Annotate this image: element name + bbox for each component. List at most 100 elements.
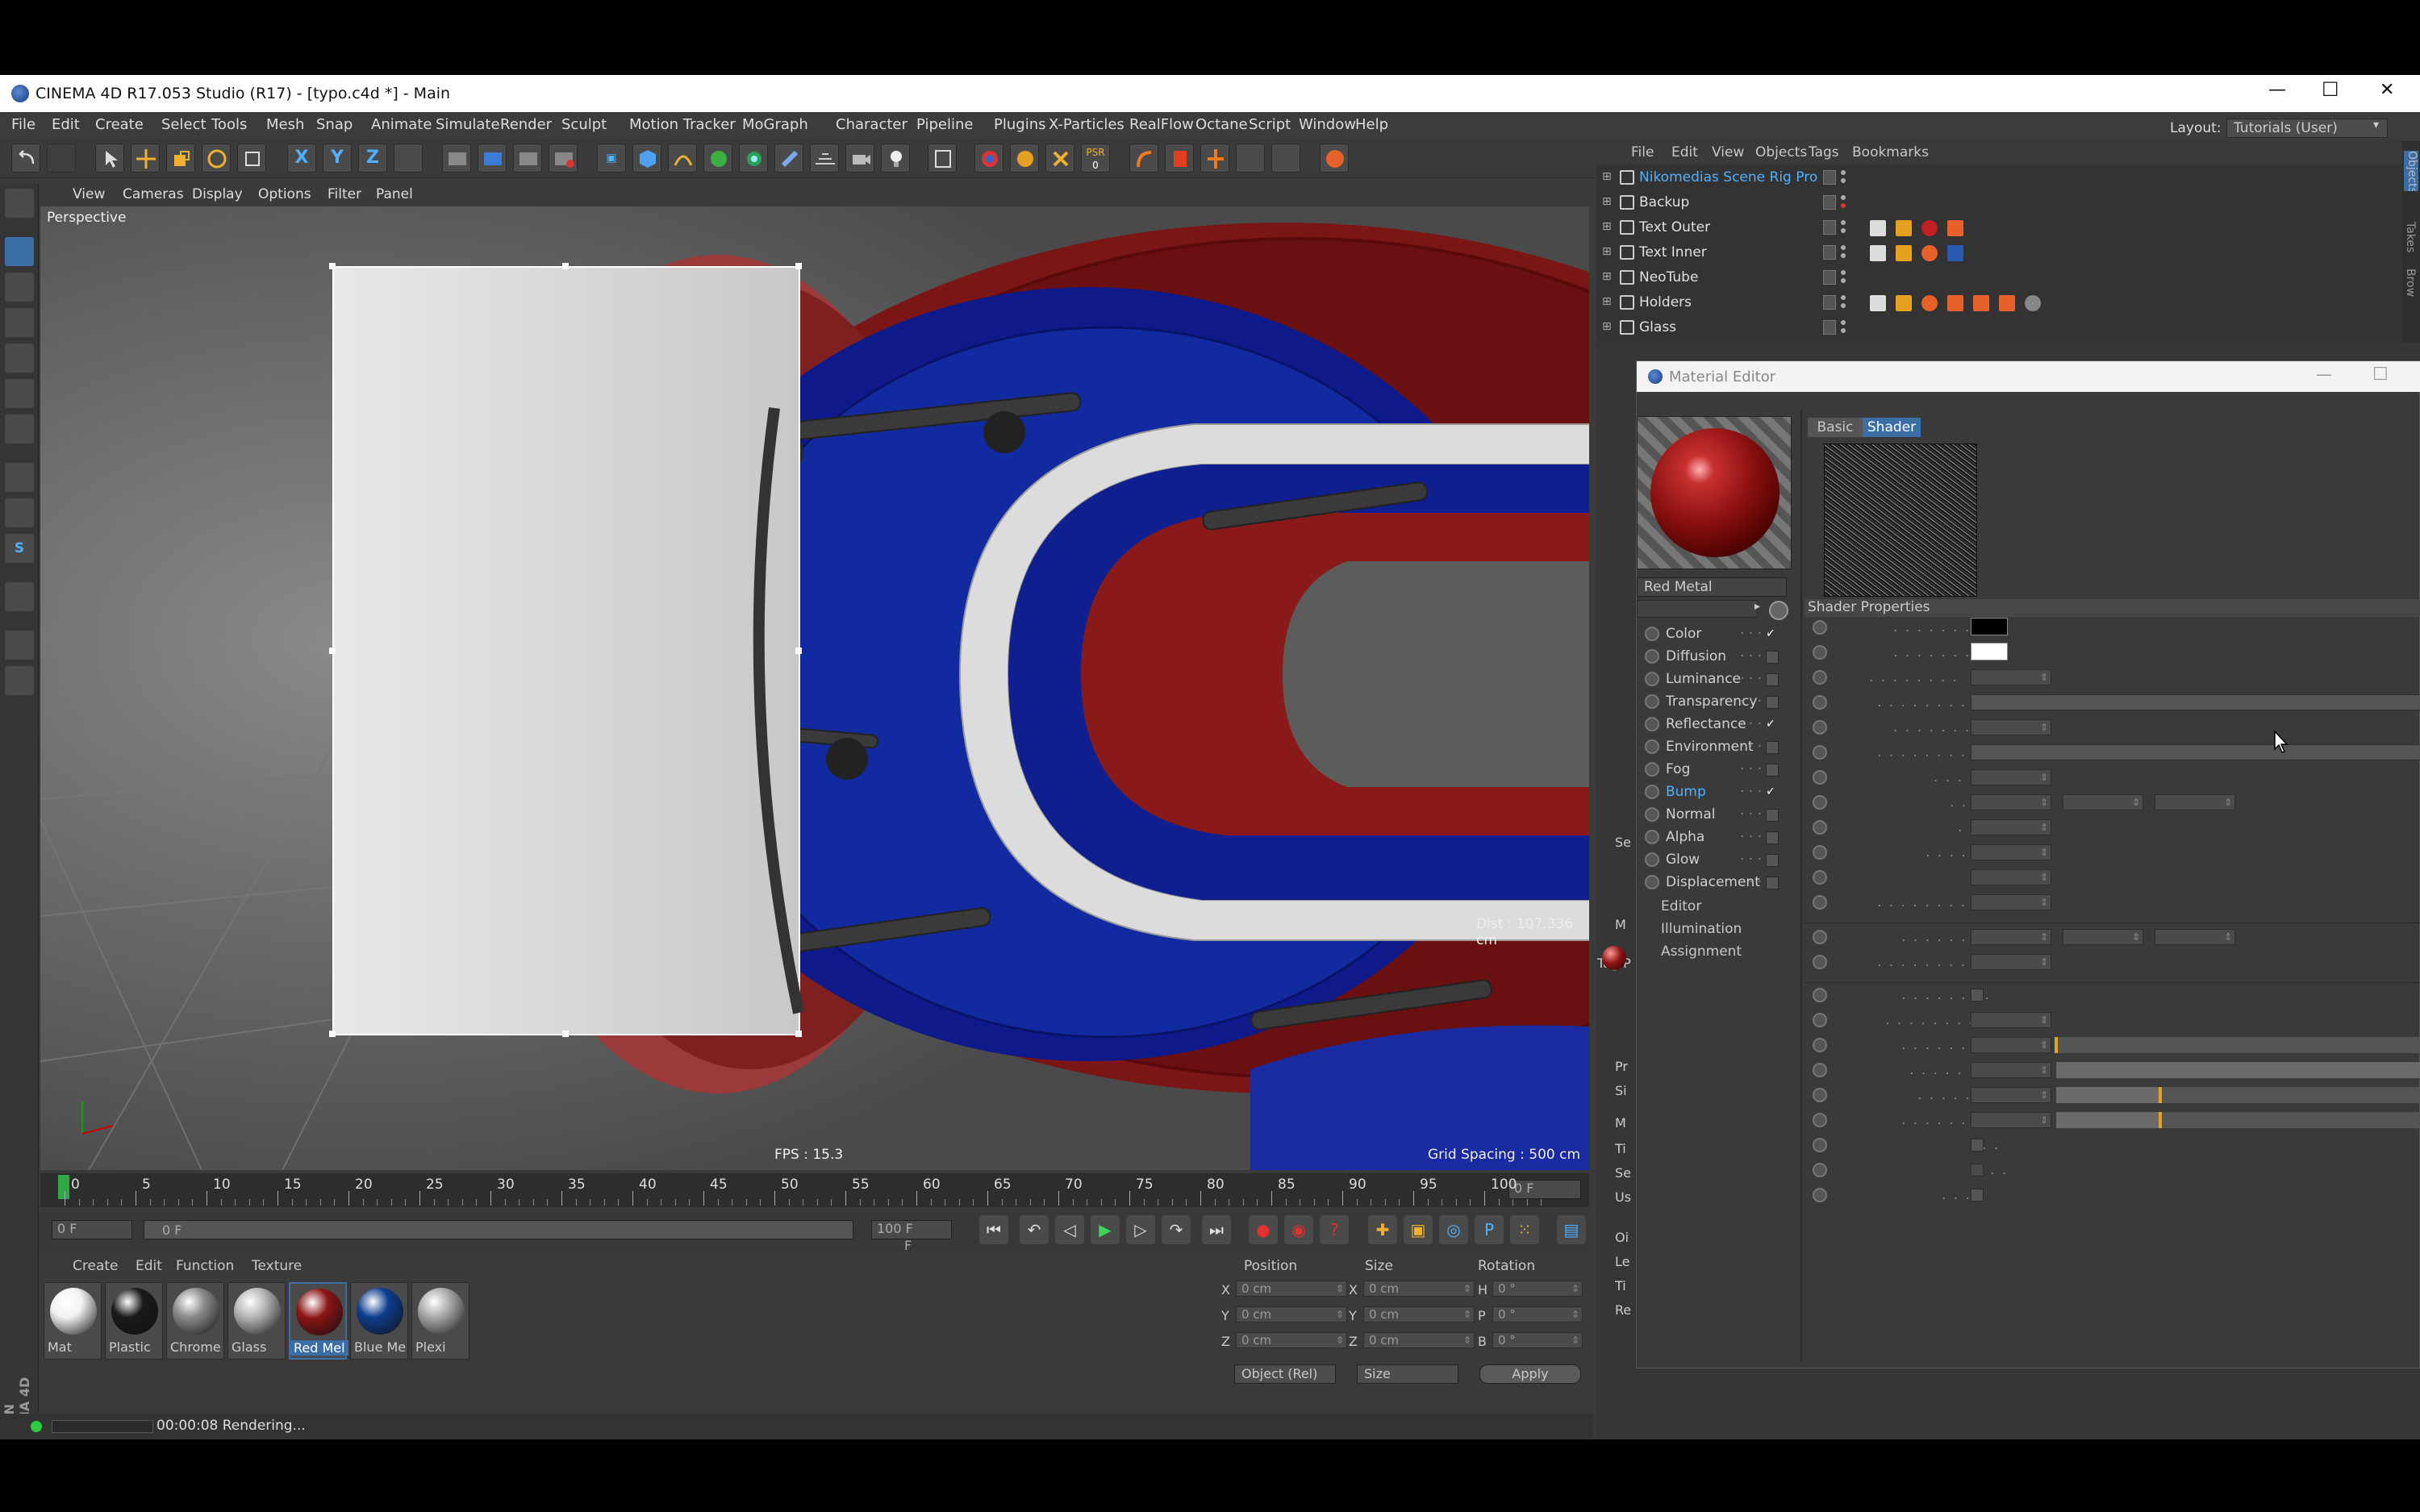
channel-checkbox[interactable] xyxy=(1766,877,1779,889)
psr-toggle[interactable]: PSR 0 xyxy=(1081,144,1110,173)
object-tag-icon[interactable] xyxy=(1921,245,1938,261)
previous-frame-icon[interactable]: ◁ xyxy=(1055,1215,1084,1244)
object-row-glass[interactable]: ⊞ Glass xyxy=(1596,315,2420,339)
material-swatch-red-mel[interactable]: Red Mel xyxy=(289,1282,348,1360)
object-menu-bookmarks[interactable]: Bookmarks xyxy=(1852,144,1929,160)
go-to-end-icon[interactable]: ⏭ xyxy=(1202,1215,1231,1244)
render-dot-icon[interactable] xyxy=(1841,220,1846,225)
prop-radio-icon[interactable] xyxy=(1813,1138,1827,1152)
object-name[interactable]: NeoTube xyxy=(1639,269,1698,285)
relative-scale-field[interactable] xyxy=(1971,794,2051,810)
menu-select[interactable]: Select xyxy=(161,116,207,133)
expand-icon[interactable]: ⊞ xyxy=(1602,220,1612,233)
object-row-neotube[interactable]: ⊞ NeoTube xyxy=(1596,265,2420,289)
viewport-menu-cameras[interactable]: Cameras xyxy=(123,186,184,202)
menu-script[interactable]: Script xyxy=(1249,116,1291,133)
brightness-slider-handle[interactable] xyxy=(2159,1087,2163,1103)
octaves-field[interactable] xyxy=(1971,719,2051,735)
position-track-icon[interactable]: ✚ xyxy=(1368,1215,1397,1244)
color1-swatch[interactable] xyxy=(1971,618,2008,635)
brightness-slider[interactable] xyxy=(2056,1087,2420,1103)
cycles-field[interactable] xyxy=(1971,1012,2051,1028)
menu-realflow[interactable]: RealFlow xyxy=(1129,116,1194,133)
rotation-b-field[interactable]: 0 ° xyxy=(1492,1332,1583,1348)
relative-scale-field[interactable] xyxy=(2155,794,2235,810)
prop-radio-icon[interactable] xyxy=(1813,1088,1827,1102)
rotation-p-field[interactable]: 0 ° xyxy=(1492,1306,1583,1322)
axis-z-toggle[interactable]: Z xyxy=(358,144,387,173)
editor-visibility-icon[interactable] xyxy=(1823,170,1836,185)
object-tag-icon[interactable] xyxy=(1870,295,1886,311)
realflow-icon[interactable] xyxy=(1320,144,1349,173)
render-dot-icon[interactable] xyxy=(1841,195,1846,200)
space-dropdown[interactable] xyxy=(1971,744,2420,760)
prop-radio-icon[interactable] xyxy=(1813,820,1827,835)
object-tag-icon[interactable] xyxy=(1947,220,1963,236)
select-arrow-icon[interactable] xyxy=(95,144,124,173)
menu-mograph[interactable]: MoGraph xyxy=(742,116,808,133)
coordinate-system-icon[interactable] xyxy=(394,144,423,173)
material-name-field[interactable]: Red Metal xyxy=(1637,577,1787,597)
render-dot-icon[interactable] xyxy=(1841,295,1846,300)
perspective-viewport[interactable]: Perspective FPS : 15.3 Dist : 107.336 cm… xyxy=(40,206,1589,1170)
go-to-start-icon[interactable]: ⏮ xyxy=(979,1215,1008,1244)
noise-type-dropdown[interactable] xyxy=(1971,694,2420,710)
hair-icon[interactable] xyxy=(1271,144,1300,173)
editor-visibility-icon[interactable] xyxy=(1823,295,1836,310)
rotate-icon[interactable] xyxy=(202,144,231,173)
contrast-slider[interactable] xyxy=(2056,1112,2420,1128)
absolute-checkbox[interactable] xyxy=(1971,989,1984,1002)
size-y-field[interactable]: 0 cm xyxy=(1363,1306,1475,1322)
channel-checkbox[interactable] xyxy=(1766,764,1779,777)
axis-x-toggle[interactable]: X xyxy=(287,144,316,173)
expand-icon[interactable]: ⊞ xyxy=(1602,170,1612,183)
high-clip-field[interactable] xyxy=(1971,1062,2051,1078)
make-editable-icon[interactable] xyxy=(5,189,34,218)
prop-radio-icon[interactable] xyxy=(1813,955,1827,969)
axis-mode-icon[interactable] xyxy=(5,463,34,492)
parameter-track-icon[interactable]: P xyxy=(1475,1215,1504,1244)
object-name[interactable]: Nikomedias Scene Rig Pro xyxy=(1639,169,1817,185)
object-tag-icon[interactable] xyxy=(1896,295,1912,311)
channel-checkbox[interactable] xyxy=(1766,831,1779,844)
viewport-menu-options[interactable]: Options xyxy=(258,186,311,202)
position-y-field[interactable]: 0 cm xyxy=(1236,1306,1347,1322)
script-manager-icon[interactable] xyxy=(928,144,957,173)
snap-icon[interactable]: S xyxy=(5,534,34,563)
compatibility-checkbox[interactable] xyxy=(1971,1189,1984,1202)
material-swatch-mat[interactable]: Mat xyxy=(44,1282,102,1360)
camera-label[interactable]: Perspective xyxy=(47,210,126,226)
spline-pen-icon[interactable] xyxy=(668,144,697,173)
object-tag-icon[interactable] xyxy=(1973,220,1989,236)
point-level-animation-icon[interactable]: ⁙ xyxy=(1510,1215,1539,1244)
tweak-mode-icon[interactable] xyxy=(5,498,34,527)
relative-scale-field[interactable] xyxy=(2063,794,2143,810)
color2-swatch[interactable] xyxy=(1971,643,2008,660)
channel-search-field[interactable] xyxy=(1637,600,1758,618)
rotation-track-icon[interactable]: ◎ xyxy=(1439,1215,1468,1244)
menu-octane[interactable]: Octane xyxy=(1195,116,1248,133)
expand-icon[interactable]: ⊞ xyxy=(1602,320,1612,333)
prop-radio-icon[interactable] xyxy=(1813,895,1827,910)
viewport-solo-icon[interactable] xyxy=(5,666,34,695)
loop-period-field[interactable] xyxy=(1971,844,2051,860)
size-mode-dropdown[interactable]: Size xyxy=(1357,1364,1458,1384)
object-name[interactable]: Backup xyxy=(1639,194,1689,210)
menu-edit[interactable]: Edit xyxy=(52,116,80,133)
object-tag-icon[interactable] xyxy=(1973,295,1989,311)
chevron-down-icon[interactable]: ▾ xyxy=(2373,119,2379,131)
menu-plugins[interactable]: Plugins xyxy=(994,116,1045,133)
previous-key-icon[interactable]: ↶ xyxy=(1020,1215,1049,1244)
points-mode-icon[interactable] xyxy=(5,344,34,373)
render-dot-icon[interactable] xyxy=(1841,170,1846,175)
prop-radio-icon[interactable] xyxy=(1813,795,1827,810)
object-name[interactable]: Text Inner xyxy=(1639,244,1707,260)
high-clip-slider[interactable] xyxy=(2056,1062,2420,1078)
object-menu-objects[interactable]: Objects xyxy=(1755,144,1807,160)
render-dot-icon[interactable] xyxy=(1841,178,1846,183)
render-dot-icon[interactable] xyxy=(1841,320,1846,325)
polygons-mode-icon[interactable] xyxy=(5,414,34,444)
object-tag-icon[interactable] xyxy=(1947,245,1963,261)
layout-dropdown[interactable]: Tutorials (User) xyxy=(2226,119,2388,138)
menu-window[interactable]: Window xyxy=(1299,116,1356,133)
